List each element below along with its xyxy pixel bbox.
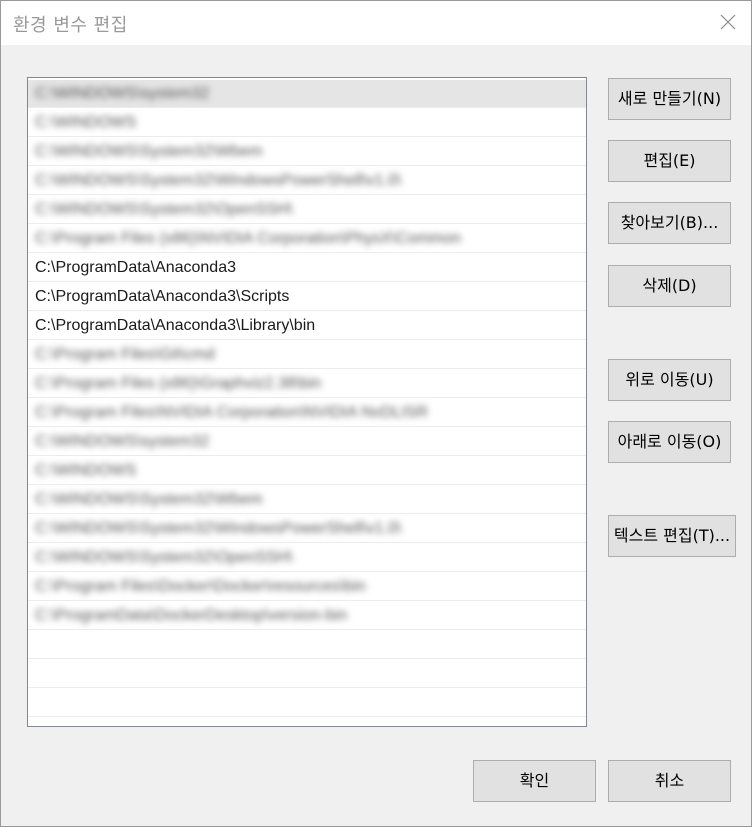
list-item-label: C:\Program Files\Git\cmd — [35, 346, 215, 363]
edit-env-var-dialog: 환경 변수 편집 C:\WINDOWS\system32 C:\WINDOWS C:… — [0, 0, 752, 827]
list-item-label: C:\Program Files (x86)\Graphviz2.38\bin — [35, 375, 322, 392]
list-item-label: C:\WINDOWS\System32\OpenSSH\ — [35, 549, 293, 566]
ok-button[interactable]: 확인 — [473, 760, 596, 802]
list-item-label: C:\Program Files (x86)\NVIDIA Corporatio… — [35, 230, 461, 247]
list-item[interactable]: C:\ProgramData\Anaconda3 — [28, 254, 586, 282]
list-item-label: C:\Program Files\Docker\Docker\resources… — [35, 578, 366, 595]
list-item-label: C:\WINDOWS\System32\WindowsPowerShell\v1… — [35, 172, 402, 189]
list-item-label: C:\WINDOWS\system32 — [35, 433, 210, 450]
list-item[interactable]: C:\Program Files (x86)\NVIDIA Corporatio… — [28, 225, 586, 253]
path-list[interactable]: C:\WINDOWS\system32 C:\WINDOWS C:\WINDOWS\… — [27, 77, 587, 727]
list-item[interactable] — [28, 660, 586, 688]
edit-text-button[interactable]: 텍스트 편집(T)... — [608, 515, 736, 557]
list-item[interactable]: C:\WINDOWS\System32\WindowsPowerShell\v1… — [28, 515, 586, 543]
delete-button[interactable]: 삭제(D) — [608, 265, 731, 307]
list-item[interactable]: C:\Program Files (x86)\Graphviz2.38\bin — [28, 370, 586, 398]
list-item-label: C:\ProgramData\Anaconda3 — [35, 259, 236, 276]
list-item-label: C:\WINDOWS\System32\OpenSSH\ — [35, 201, 293, 218]
close-button[interactable] — [705, 1, 751, 45]
list-item[interactable]: C:\WINDOWS\System32\OpenSSH\ — [28, 544, 586, 572]
list-item[interactable]: C:\WINDOWS\system32 — [28, 80, 586, 108]
move-down-button[interactable]: 아래로 이동(O) — [608, 421, 731, 463]
browse-button[interactable]: 찾아보기(B)... — [608, 202, 731, 244]
list-item[interactable]: C:\WINDOWS — [28, 109, 586, 137]
list-item-label: C:\WINDOWS\System32\Wbem — [35, 143, 263, 160]
list-item-label: C:\ProgramData\Anaconda3\Scripts — [35, 288, 290, 305]
list-item[interactable]: C:\Program Files\NVIDIA Corporation\NVID… — [28, 399, 586, 427]
list-item-label: C:\ProgramData\DockerDesktop\version-bin — [35, 607, 348, 624]
close-icon — [720, 14, 736, 30]
list-item-label: C:\WINDOWS — [35, 114, 137, 131]
list-item[interactable]: C:\Program Files\Git\cmd — [28, 341, 586, 369]
cancel-button[interactable]: 취소 — [608, 760, 731, 802]
list-item-label: C:\Program Files\NVIDIA Corporation\NVID… — [35, 404, 429, 421]
edit-button[interactable]: 편집(E) — [608, 140, 731, 182]
list-item[interactable] — [28, 689, 586, 717]
list-item[interactable]: C:\WINDOWS\System32\OpenSSH\ — [28, 196, 586, 224]
list-item-label: C:\ProgramData\Anaconda3\Library\bin — [35, 317, 316, 334]
list-item[interactable]: C:\WINDOWS\System32\WindowsPowerShell\v1… — [28, 167, 586, 195]
new-button[interactable]: 새로 만들기(N) — [608, 78, 731, 120]
list-item[interactable]: C:\WINDOWS\System32\Wbem — [28, 138, 586, 166]
list-item[interactable]: C:\ProgramData\DockerDesktop\version-bin — [28, 602, 586, 630]
list-item[interactable]: C:\ProgramData\Anaconda3\Library\bin — [28, 312, 586, 340]
list-item-label: C:\WINDOWS\System32\WindowsPowerShell\v1… — [35, 520, 402, 537]
list-item[interactable] — [28, 631, 586, 659]
list-item[interactable]: C:\WINDOWS\System32\Wbem — [28, 486, 586, 514]
list-item[interactable]: C:\WINDOWS\system32 — [28, 428, 586, 456]
list-item[interactable]: C:\Program Files\Docker\Docker\resources… — [28, 573, 586, 601]
list-item-label: C:\WINDOWS — [35, 462, 137, 479]
title-bar: 환경 변수 편집 — [1, 1, 751, 45]
list-item-label: C:\WINDOWS\System32\Wbem — [35, 491, 263, 508]
list-item-label: C:\WINDOWS\system32 — [35, 85, 210, 102]
move-up-button[interactable]: 위로 이동(U) — [608, 359, 731, 401]
list-item[interactable]: C:\ProgramData\Anaconda3\Scripts — [28, 283, 586, 311]
list-item[interactable]: C:\WINDOWS — [28, 457, 586, 485]
window-title: 환경 변수 편집 — [13, 15, 128, 36]
